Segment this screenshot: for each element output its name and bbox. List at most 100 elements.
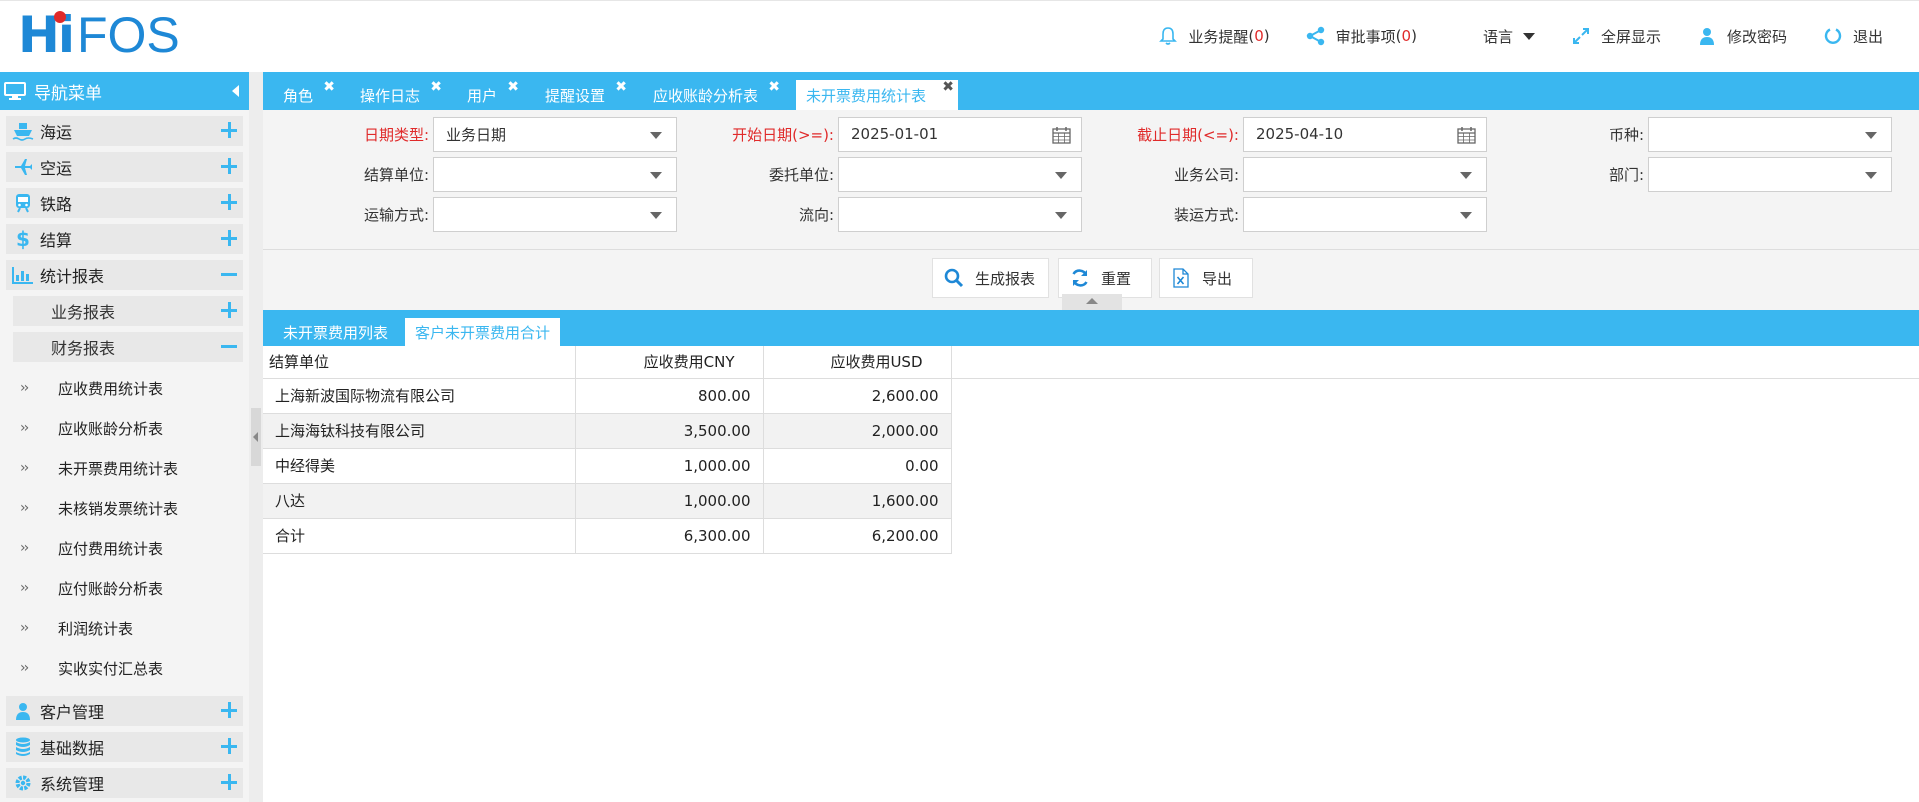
collapse-minus-icon[interactable]	[221, 266, 237, 282]
consignor-select[interactable]	[838, 156, 1082, 192]
close-icon[interactable]: ✖	[430, 79, 442, 95]
sidebar-item-reports[interactable]: 统计报表	[6, 260, 243, 290]
date-type-value: 业务日期	[446, 125, 507, 144]
report-link-label: 应付账龄分析表	[58, 579, 164, 598]
shipping-filter: 装运方式:	[1073, 196, 1487, 232]
currency-filter: 币种:	[1478, 116, 1892, 152]
report-link-payable-aging[interactable]: ›› 应付账龄分析表	[0, 568, 249, 608]
report-link-actual-summary[interactable]: ›› 实收实付汇总表	[0, 648, 249, 688]
hifos-logo: Hi FOS	[18, 7, 180, 63]
tab-operation-log[interactable]: 操作日志 ✖	[360, 79, 442, 110]
cell-cny: 1,000.00	[575, 483, 764, 519]
flow-filter: 流向:	[668, 196, 1082, 232]
close-icon[interactable]: ✖	[768, 79, 780, 95]
app-header: Hi FOS 业务提醒(0) 审批事项(0) 语言 全屏显示 修改密码 退出	[0, 0, 1919, 70]
expand-plus-icon[interactable]	[221, 230, 237, 246]
report-link-receivable-fees[interactable]: ›› 应收费用统计表	[0, 368, 249, 408]
collapse-sidebar-icon[interactable]	[232, 85, 239, 97]
tab-roles[interactable]: 角色 ✖	[283, 79, 335, 110]
approval-items-count: 0	[1401, 27, 1412, 45]
company-select[interactable]	[1243, 156, 1487, 192]
calendar-icon[interactable]	[1052, 126, 1071, 144]
tab-users[interactable]: 用户 ✖	[467, 79, 519, 110]
sidebar-item-air[interactable]: 空运	[6, 152, 243, 182]
logo-text-fos: FOS	[76, 7, 180, 63]
sidebar-item-rail[interactable]: 铁路	[6, 188, 243, 218]
table-total-row[interactable]: 合计 6,300.00 6,200.00	[263, 518, 952, 554]
splitter-grip[interactable]	[251, 408, 261, 466]
tab-customer-uninvoiced-total[interactable]: 客户未开票费用合计	[405, 318, 561, 346]
report-link-profit[interactable]: ›› 利润统计表	[0, 608, 249, 648]
report-link-payable-fees[interactable]: ›› 应付费用统计表	[0, 528, 249, 568]
expand-plus-icon[interactable]	[221, 194, 237, 210]
tab-uninvoiced-list[interactable]: 未开票费用列表	[273, 318, 398, 346]
department-select[interactable]	[1648, 156, 1892, 192]
expand-plus-icon[interactable]	[221, 158, 237, 174]
expand-plus-icon[interactable]	[221, 738, 237, 754]
close-icon[interactable]: ✖	[615, 79, 627, 95]
cell-settle-unit: 上海海钛科技有限公司	[263, 413, 576, 449]
tab-reminder-settings[interactable]: 提醒设置 ✖	[545, 79, 627, 110]
settle-unit-select[interactable]	[433, 156, 677, 192]
cell-settle-unit: 合计	[263, 518, 576, 554]
flow-select[interactable]	[838, 196, 1082, 232]
monitor-icon	[4, 82, 26, 100]
search-icon	[943, 267, 965, 289]
sidebar-item-customers[interactable]: 客户管理	[6, 696, 243, 726]
collapse-minus-icon[interactable]	[221, 338, 237, 354]
generate-report-button[interactable]: 生成报表	[932, 258, 1049, 298]
tab-receivable-aging[interactable]: 应收账龄分析表 ✖	[653, 79, 780, 110]
shipping-select[interactable]	[1243, 196, 1487, 232]
chevron-down-icon	[650, 171, 662, 179]
export-button[interactable]: 导出	[1159, 258, 1253, 298]
report-link-receivable-aging[interactable]: ›› 应收账龄分析表	[0, 408, 249, 448]
column-header-settle-unit[interactable]: 结算单位	[263, 346, 576, 379]
reset-button[interactable]: 重置	[1058, 258, 1152, 298]
tab-uninvoiced-fees[interactable]: 未开票费用统计表 ✖	[796, 79, 958, 110]
tab-label: 应收账龄分析表	[653, 87, 759, 105]
sidebar-item-system[interactable]: 系统管理	[6, 768, 243, 798]
double-chevron-icon: ››	[20, 660, 29, 676]
table-row[interactable]: 上海海钛科技有限公司 3,500.00 2,000.00	[263, 413, 952, 449]
table-row[interactable]: 上海新波国际物流有限公司 800.00 2,600.00	[263, 378, 952, 414]
filter-panel: 日期类型: 业务日期 开始日期(>=): 2025-01-01 截止日期(<=)…	[263, 110, 1919, 250]
report-link-unwritten-invoices[interactable]: ›› 未核销发票统计表	[0, 488, 249, 528]
sidebar-item-settlement[interactable]: $ 结算	[6, 224, 243, 254]
column-header-cny[interactable]: 应收费用CNY	[575, 346, 764, 379]
close-icon[interactable]: ✖	[507, 79, 519, 95]
language-dropdown[interactable]: 语言	[1483, 26, 1535, 47]
logout-link[interactable]: 退出	[1823, 26, 1883, 47]
close-icon[interactable]: ✖	[942, 79, 954, 95]
sidebar-item-ocean[interactable]: 海运	[6, 116, 243, 146]
approval-items-link[interactable]: 审批事项(0)	[1306, 26, 1417, 47]
start-date-input[interactable]: 2025-01-01	[838, 116, 1082, 152]
transport-select[interactable]	[433, 196, 677, 232]
business-reminder-link[interactable]: 业务提醒(0)	[1158, 26, 1270, 47]
collapse-filters-handle[interactable]	[1062, 294, 1122, 310]
expand-plus-icon[interactable]	[221, 302, 237, 318]
sidebar-subitem-business-reports[interactable]: 业务报表	[13, 296, 243, 326]
sidebar-item-basic-data[interactable]: 基础数据	[6, 732, 243, 762]
expand-plus-icon[interactable]	[221, 122, 237, 138]
end-date-input[interactable]: 2025-04-10	[1243, 116, 1487, 152]
close-icon[interactable]: ✖	[323, 79, 335, 95]
date-type-select[interactable]: 业务日期	[433, 116, 677, 152]
expand-plus-icon[interactable]	[221, 774, 237, 790]
expand-plus-icon[interactable]	[221, 702, 237, 718]
share-icon	[1306, 26, 1326, 46]
table-row[interactable]: 八达 1,000.00 1,600.00	[263, 483, 952, 519]
change-password-link[interactable]: 修改密码	[1697, 26, 1787, 47]
sidebar-splitter[interactable]	[249, 72, 263, 802]
calendar-icon[interactable]	[1457, 126, 1476, 144]
sidebar-subitem-finance-reports[interactable]: 财务报表	[13, 332, 243, 362]
currency-select[interactable]	[1648, 116, 1892, 152]
start-date-value: 2025-01-01	[851, 125, 939, 143]
report-link-label: 未核销发票统计表	[58, 499, 179, 518]
table-row[interactable]: 中经得美 1,000.00 0.00	[263, 448, 952, 484]
chevron-down-icon	[1055, 211, 1067, 219]
column-header-usd[interactable]: 应收费用USD	[763, 346, 952, 379]
logo-dot	[54, 11, 66, 23]
report-link-uninvoiced-fees[interactable]: ›› 未开票费用统计表	[0, 448, 249, 488]
finance-report-list: ›› 应收费用统计表 ›› 应收账龄分析表 ›› 未开票费用统计表 ›› 未核销发票统计…	[0, 368, 249, 688]
fullscreen-link[interactable]: 全屏显示	[1571, 26, 1661, 47]
